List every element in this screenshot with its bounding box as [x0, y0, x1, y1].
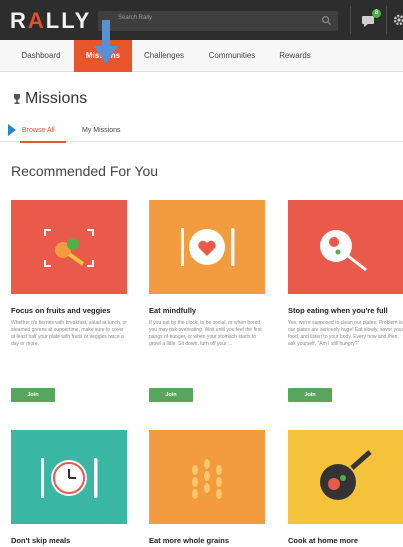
search-input[interactable]: Search Rally [98, 11, 338, 31]
down-arrow-icon [94, 20, 118, 64]
search-icon[interactable] [321, 15, 332, 26]
fruit-veggie-icon [44, 229, 94, 267]
pointer-arrow-icon [8, 124, 16, 136]
search-placeholder: Search Rally [118, 15, 153, 21]
tab-browse-all[interactable]: Browse All [22, 127, 55, 134]
card-description: If you eat by the clock, to be social, o… [149, 320, 262, 347]
frying-pan-icon [320, 450, 372, 500]
gear-icon[interactable] [392, 13, 403, 27]
nav-dashboard[interactable]: Dashboard [10, 40, 72, 72]
join-button[interactable]: Join [288, 388, 332, 402]
main-nav: Dashboard Missions Challenges Communitie… [0, 40, 403, 72]
card-description: Yes, we're supposed to clean our plates.… [288, 320, 403, 347]
mission-card-image[interactable] [288, 430, 403, 524]
card-title[interactable]: Cook at home more [288, 536, 358, 545]
card-title[interactable]: Don't skip meals [11, 536, 70, 545]
clock-utensils-icon [41, 458, 98, 498]
mission-tabs: Browse All My Missions [0, 122, 403, 143]
join-button[interactable]: Join [11, 388, 55, 402]
notification-badge: 8 [372, 9, 381, 18]
mission-card-image[interactable] [149, 200, 265, 294]
card-title[interactable]: Stop eating when you're full [288, 306, 388, 315]
top-bar: RALLY Search Rally 8 [0, 0, 403, 40]
nav-rewards[interactable]: Rewards [270, 40, 320, 72]
page-title: Missions [25, 90, 88, 107]
divider [386, 6, 387, 34]
divider [350, 6, 351, 34]
mission-card-image[interactable] [149, 430, 265, 524]
card-title[interactable]: Eat mindfully [149, 306, 196, 315]
mission-card-image[interactable] [288, 200, 403, 294]
tab-my-missions[interactable]: My Missions [82, 127, 121, 134]
join-button[interactable]: Join [149, 388, 193, 402]
section-title: Recommended For You [11, 163, 159, 179]
drumstick-icon [320, 230, 367, 272]
rally-logo[interactable]: RALLY [10, 8, 91, 34]
card-description: Whether it's berries with breakfast, sal… [11, 320, 128, 347]
card-title[interactable]: Focus on fruits and veggies [11, 306, 111, 315]
nav-communities[interactable]: Communities [196, 40, 268, 72]
plate-heart-icon [181, 228, 235, 266]
wheat-icon [192, 459, 222, 499]
mission-card-image[interactable] [11, 200, 127, 294]
nav-challenges[interactable]: Challenges [134, 40, 194, 72]
mission-card-image[interactable] [11, 430, 127, 524]
card-title[interactable]: Eat more whole grains [149, 536, 229, 545]
active-tab-indicator [20, 141, 66, 143]
